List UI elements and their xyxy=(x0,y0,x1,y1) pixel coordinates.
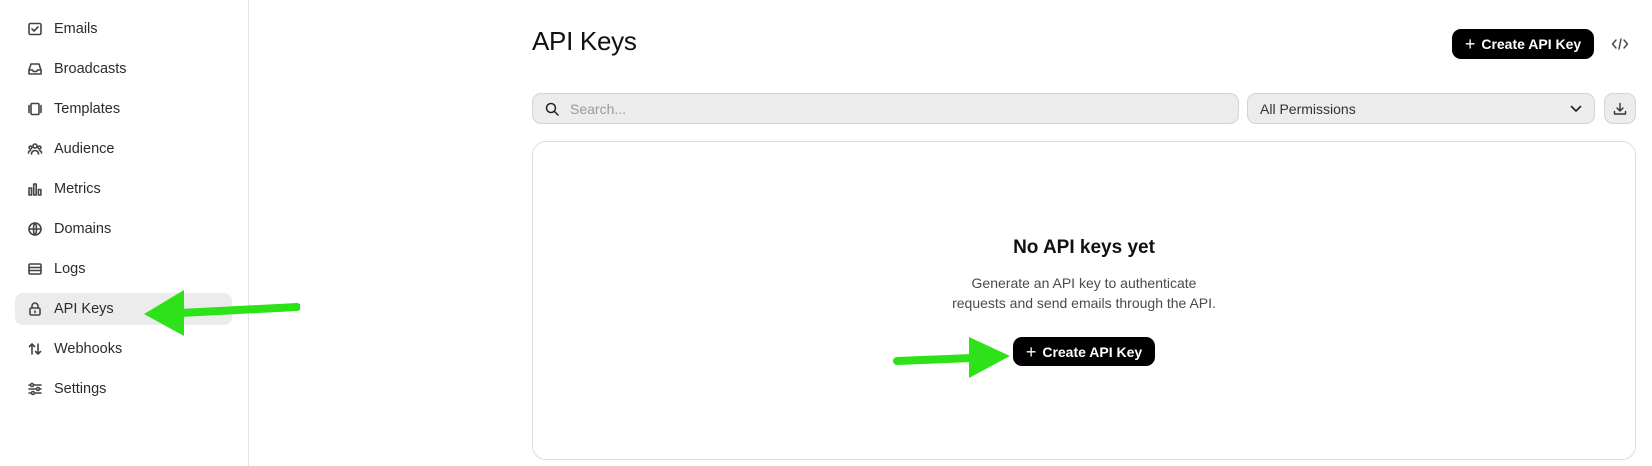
permissions-select-value: All Permissions xyxy=(1260,100,1356,117)
empty-state-description: Generate an API key to authenticate requ… xyxy=(924,273,1244,313)
empty-state-create-label: Create API Key xyxy=(1042,343,1143,360)
export-button[interactable] xyxy=(1604,93,1636,124)
users-icon xyxy=(26,140,44,158)
sidebar-item-templates[interactable]: Templates xyxy=(15,93,232,125)
inbox-icon xyxy=(26,60,44,78)
create-api-key-label: Create API Key xyxy=(1481,36,1582,52)
empty-state-description-line: Generate an API key to authenticate xyxy=(971,275,1197,291)
plus-icon: + xyxy=(1025,341,1037,362)
empty-state-create-api-key-button[interactable]: + Create API Key xyxy=(1013,337,1155,366)
page-title: API Keys xyxy=(532,26,637,56)
code-icon xyxy=(1611,38,1629,50)
chevron-down-icon xyxy=(1570,105,1582,112)
plus-icon: + xyxy=(1464,34,1476,54)
logs-icon xyxy=(26,260,44,278)
sidebar-item-label: Settings xyxy=(54,381,107,397)
search-icon xyxy=(545,102,559,116)
sidebar-item-settings[interactable]: Settings xyxy=(15,373,232,405)
sidebar-item-label: Logs xyxy=(54,261,86,277)
templates-icon xyxy=(26,100,44,118)
empty-state-description-line: requests and send emails through the API… xyxy=(952,295,1216,311)
sidebar-item-label: Broadcasts xyxy=(54,61,127,77)
empty-state-panel: No API keys yet Generate an API key to a… xyxy=(532,141,1636,460)
arrows-updown-icon xyxy=(26,340,44,358)
sidebar-item-label: Webhooks xyxy=(54,341,123,357)
sidebar-item-webhooks[interactable]: Webhooks xyxy=(15,333,232,365)
sidebar-item-logs[interactable]: Logs xyxy=(15,253,232,285)
sidebar-item-domains[interactable]: Domains xyxy=(15,213,232,245)
sidebar-item-label: Metrics xyxy=(54,181,101,197)
sidebar-item-label: Domains xyxy=(54,221,112,237)
sidebar-item-emails[interactable]: Emails xyxy=(15,13,232,45)
globe-icon xyxy=(26,220,44,238)
lock-icon xyxy=(26,300,44,318)
sidebar-item-audience[interactable]: Audience xyxy=(15,133,232,165)
sidebar-item-broadcasts[interactable]: Broadcasts xyxy=(15,53,232,85)
create-api-key-button[interactable]: + Create API Key xyxy=(1452,29,1594,59)
sliders-icon xyxy=(26,380,44,398)
sidebar-item-metrics[interactable]: Metrics xyxy=(15,173,232,205)
sidebar-item-label: Audience xyxy=(54,141,115,157)
sidebar-item-label: API Keys xyxy=(54,301,114,317)
sidebar-item-label: Emails xyxy=(54,21,98,37)
search-field[interactable] xyxy=(532,93,1239,124)
bar-chart-icon xyxy=(26,180,44,198)
sidebar-item-api-keys[interactable]: API Keys xyxy=(15,293,232,325)
sidebar-item-label: Templates xyxy=(54,101,121,117)
mail-check-icon xyxy=(26,20,44,38)
permissions-select[interactable]: All Permissions xyxy=(1247,93,1595,124)
sidebar: Emails Broadcasts Templates Audience Met… xyxy=(0,0,249,466)
search-input[interactable] xyxy=(568,99,1212,118)
download-icon xyxy=(1613,102,1627,115)
empty-state-title: No API keys yet xyxy=(1013,237,1155,258)
code-view-toggle[interactable] xyxy=(1606,32,1634,56)
